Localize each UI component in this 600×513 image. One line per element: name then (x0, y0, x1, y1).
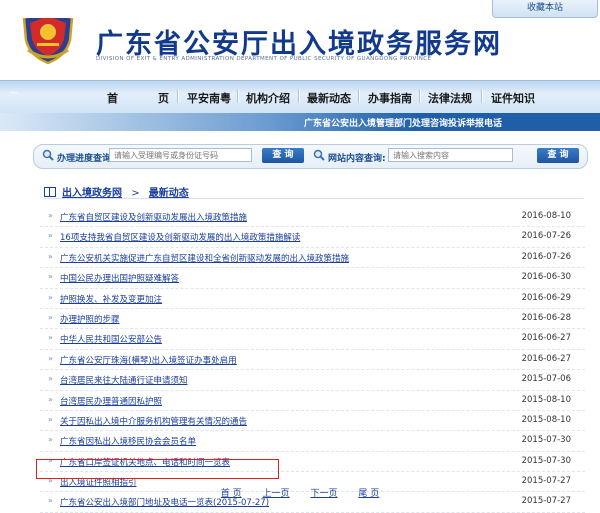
news-title[interactable]: 广东省自贸区建设及创新驱动发展出入境政策措施 (60, 211, 247, 223)
book-icon (44, 187, 56, 197)
list-item: » 广东公安机关实施促进广东自贸区建设和全省创新驱动发展的出入境政策措施 2016-… (40, 248, 585, 269)
list-item: » 中华人民共和国公安部公告 2016-06-27 (40, 329, 585, 350)
news-date: 2015-07-30 (521, 435, 571, 446)
nav-item-laws[interactable]: 法律法规 (428, 90, 472, 106)
favorite-button[interactable]: 收藏本站 (492, 0, 598, 18)
bullet-icon: » (48, 435, 53, 445)
news-date: 2015-07-06 (521, 374, 571, 385)
nav-item-about[interactable]: 机构介绍 (246, 90, 290, 106)
list-item: » 关于因私出入境中介服务机构管理有关情况的通告 2015-08-10 (40, 411, 585, 432)
news-date: 2015-07-27 (521, 476, 571, 487)
nav-item-news[interactable]: 最新动态 (307, 90, 351, 106)
bullet-icon: » (48, 231, 53, 241)
next-page-link[interactable]: 下一页 (310, 489, 337, 499)
nav-separator (298, 89, 300, 103)
news-date: 2016-07-26 (521, 231, 571, 242)
news-date: 2016-08-10 (521, 211, 571, 221)
search-panel: 办理进度查询: 查 询 网站内容查询: 查 询 (33, 144, 588, 169)
progress-query-label: 办理进度查询: (57, 154, 115, 164)
news-date: 2016-06-27 (521, 353, 571, 364)
hotline-link[interactable]: 广东省公安出入境管理部门处理咨询投诉举报电话 (304, 116, 502, 129)
news-date: 2016-06-30 (521, 272, 571, 283)
search-icon (313, 149, 325, 161)
nav-item-home-2[interactable]: 页 (158, 90, 169, 106)
news-date: 2015-08-10 (521, 414, 571, 425)
hotline-ribbon: 广东省公安出入境管理部门处理咨询投诉举报电话 (0, 113, 600, 131)
news-title[interactable]: 台湾居民来往大陆通行证申请须知 (60, 374, 188, 386)
news-title[interactable]: 关于因私出入境中介服务机构管理有关情况的通告 (60, 415, 247, 427)
news-date: 2016-06-28 (521, 312, 571, 323)
bullet-icon: » (48, 251, 53, 261)
search-icon (42, 149, 54, 161)
news-title[interactable]: 广东公安机关实施促进广东自贸区建设和全省创新驱动发展的出入境政策措施 (60, 252, 349, 264)
main-nav: ~ 首 页 平安南粤 机构介绍 最新动态 办事指南 法律法规 证件知识 (0, 80, 600, 114)
bullet-icon: » (48, 394, 53, 404)
list-item: » 中国公民办理出国护照疑难解答 2016-06-30 (40, 268, 585, 289)
news-title[interactable]: 办理护照的步骤 (60, 313, 120, 325)
news-title[interactable]: 护照换发、补发及变更加注 (60, 293, 162, 305)
nav-item-documents[interactable]: 证件知识 (491, 90, 535, 106)
news-title[interactable]: 16项支持我省自贸区建设及创新驱动发展的出入境政策措施解读 (60, 231, 300, 243)
nav-decoration: ~ (8, 85, 20, 101)
list-item: » 广东省因私出入境移民协会会员名单 2015-07-30 (40, 431, 585, 452)
news-date: 2016-06-29 (521, 292, 571, 303)
site-search-input[interactable] (388, 148, 513, 162)
progress-query-input[interactable] (109, 148, 252, 162)
news-title[interactable]: 中华人民共和国公安部公告 (60, 333, 162, 345)
news-date: 2016-07-26 (521, 251, 571, 262)
bullet-icon: » (48, 292, 53, 302)
nav-item-pingan[interactable]: 平安南粤 (187, 90, 231, 106)
bullet-icon: » (48, 374, 53, 384)
last-page-link[interactable]: 尾 页 (358, 489, 379, 499)
list-item: » 广东省自贸区建设及创新驱动发展出入境政策措施 2016-08-10 (40, 207, 585, 228)
nav-separator (481, 89, 483, 103)
nav-separator (177, 89, 179, 103)
nav-item-guide[interactable]: 办事指南 (368, 90, 412, 106)
divider (44, 198, 584, 199)
first-page-link[interactable]: 首 页 (221, 489, 242, 499)
bullet-icon: » (48, 353, 53, 363)
progress-query-button[interactable]: 查 询 (262, 148, 304, 163)
breadcrumb: 出入境政务网 > 最新动态 (44, 184, 189, 199)
news-title[interactable]: 广东省因私出入境移民协会会员名单 (60, 435, 196, 447)
news-date: 2016-06-27 (521, 333, 571, 344)
nav-separator (419, 89, 421, 103)
news-date: 2015-07-30 (521, 455, 571, 466)
site-subtitle: DIVISION OF EXIT & ENTRY ADMINISTRATION … (96, 56, 432, 62)
news-date: 2015-08-10 (521, 394, 571, 405)
news-title[interactable]: 中国公民办理出国护照疑难解答 (60, 272, 179, 284)
nav-item-home-1[interactable]: 首 (107, 90, 118, 106)
nav-separator (237, 89, 239, 103)
list-item: » 16项支持我省自贸区建设及创新驱动发展的出入境政策措施解读 2016-07-26 (40, 227, 585, 248)
list-item: » 广东省公安厅珠海(横琴)出入境签证办事处启用 2016-06-27 (40, 350, 585, 371)
bullet-icon: » (48, 211, 53, 220)
news-title[interactable]: 台湾居民办理普通因私护照 (60, 395, 162, 407)
nav-separator (358, 89, 360, 103)
news-title[interactable]: 广东省公安厅珠海(横琴)出入境签证办事处启用 (60, 354, 237, 366)
bullet-icon: » (48, 272, 53, 282)
highlight-box (36, 459, 279, 479)
list-item: » 护照换发、补发及变更加注 2016-06-29 (40, 289, 585, 309)
bullet-icon: » (48, 333, 53, 343)
bullet-icon: » (48, 312, 53, 322)
list-item: » 台湾居民来往大陆通行证申请须知 2015-07-06 (40, 370, 585, 391)
top-bar: 收藏本站 (0, 0, 600, 18)
bullet-icon: » (48, 414, 53, 424)
site-search-label: 网站内容查询: (328, 154, 386, 164)
prev-page-link[interactable]: 上一页 (263, 489, 290, 499)
site-search-button[interactable]: 查 询 (537, 148, 579, 163)
list-item: » 办理护照的步骤 2016-06-28 (40, 309, 585, 330)
pagination: 首 页 上一页 下一页 尾 页 (0, 486, 600, 499)
list-item: » 台湾居民办理普通因私护照 2015-08-10 (40, 391, 585, 411)
